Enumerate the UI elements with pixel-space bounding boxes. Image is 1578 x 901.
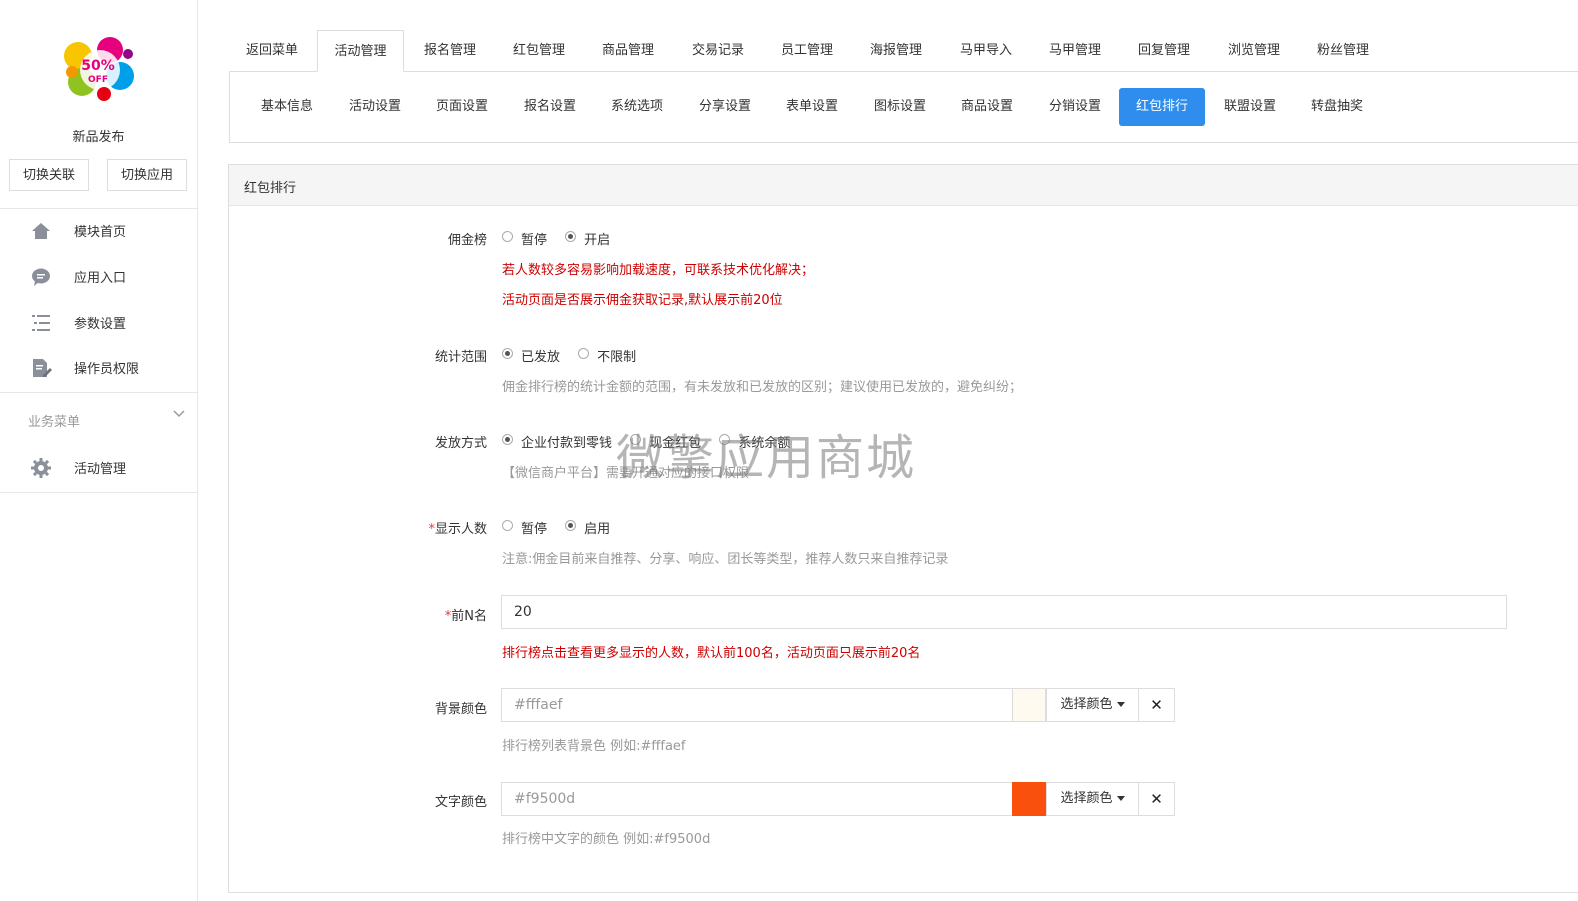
- top-tabs: 返回菜单 活动管理 报名管理 红包管理 商品管理 交易记录 员工管理 海报管理 …: [229, 30, 1578, 72]
- show-count-hint: 注意:佣金目前来自推荐、分享、响应、团长等类型，推荐人数只来自推荐记录: [502, 552, 949, 567]
- divider: [0, 392, 197, 393]
- range-label: 统计范围: [434, 350, 487, 365]
- gear-icon: [31, 458, 51, 478]
- subtab-system-options[interactable]: 系统选项: [594, 88, 680, 126]
- commission-radio-group: 暂停 开启: [502, 229, 624, 248]
- tab-reply-manage[interactable]: 回复管理: [1121, 30, 1207, 71]
- payout-radio-wallet[interactable]: 企业付款到零钱: [502, 432, 612, 451]
- nav-item-activity-manage[interactable]: 活动管理: [0, 447, 197, 487]
- home-icon: [32, 223, 50, 239]
- show-count-label-text: 显示人数: [434, 522, 487, 537]
- text-color-hint: 排行榜中文字的颜色 例如:#f9500d: [502, 832, 711, 847]
- close-icon: ✕: [1150, 790, 1163, 808]
- show-count-label: *显示人数: [347, 518, 487, 537]
- payout-label: 发放方式: [434, 436, 487, 451]
- top-n-label-text: 前N名: [451, 609, 487, 624]
- top-n-input[interactable]: 20: [501, 595, 1507, 629]
- watermark: 微擎应用商城: [616, 430, 917, 486]
- switch-app-button[interactable]: 切换应用: [107, 159, 187, 191]
- subtab-basic-info[interactable]: 基本信息: [244, 88, 330, 126]
- caret-down-icon: [1116, 702, 1125, 707]
- subtab-distribution-settings[interactable]: 分销设置: [1032, 88, 1118, 126]
- caret-down-icon: [1116, 796, 1125, 801]
- bg-color-input[interactable]: #fffaef: [501, 688, 1013, 722]
- nav-label: 操作员权限: [74, 362, 140, 377]
- commission-hint-2: 活动页面是否展示佣金获取记录,默认展示前20位: [502, 293, 783, 308]
- subtab-alliance-settings[interactable]: 联盟设置: [1207, 88, 1293, 126]
- subtab-product-settings[interactable]: 商品设置: [944, 88, 1030, 126]
- subtab-activity-settings[interactable]: 活动设置: [332, 88, 418, 126]
- subtab-share-settings[interactable]: 分享设置: [682, 88, 768, 126]
- close-icon: ✕: [1150, 696, 1163, 714]
- panel-title: 红包排行: [244, 181, 297, 196]
- tab-poster-manage[interactable]: 海报管理: [853, 30, 939, 71]
- text-color-pick-button[interactable]: 选择颜色: [1046, 782, 1139, 816]
- commission-radio-on[interactable]: 开启: [565, 229, 610, 248]
- pick-label: 选择颜色: [1060, 697, 1113, 712]
- bg-color-swatch[interactable]: [1012, 688, 1046, 722]
- subtab-form-settings[interactable]: 表单设置: [769, 88, 855, 126]
- top-n-label: *前N名: [347, 605, 487, 624]
- text-color-clear-button[interactable]: ✕: [1138, 782, 1175, 816]
- nav-label: 参数设置: [74, 317, 127, 332]
- nav-item-module-home[interactable]: 模块首页: [0, 210, 197, 250]
- bg-color-clear-button[interactable]: ✕: [1138, 688, 1175, 722]
- commission-label: 佣金榜: [447, 233, 487, 248]
- commission-hint-1: 若人数较多容易影响加载速度，可联系技术优化解决；: [502, 263, 815, 278]
- business-menu-label: 业务菜单: [28, 415, 81, 430]
- tab-browse-manage[interactable]: 浏览管理: [1211, 30, 1297, 71]
- tab-activity-manage[interactable]: 活动管理: [317, 30, 404, 72]
- chevron-down-icon[interactable]: [172, 407, 186, 421]
- subtab-wheel-lottery[interactable]: 转盘抽奖: [1294, 88, 1380, 126]
- range-radio-issued[interactable]: 已发放: [502, 346, 560, 365]
- subtab-icon-settings[interactable]: 图标设置: [857, 88, 943, 126]
- divider: [0, 492, 197, 493]
- nav-label: 应用入口: [74, 271, 127, 286]
- tab-back-menu[interactable]: 返回菜单: [229, 30, 315, 71]
- tab-vest-manage[interactable]: 马甲管理: [1032, 30, 1118, 71]
- app-logo: 50% OFF: [64, 37, 134, 101]
- sub-tabs: 基本信息 活动设置 页面设置 报名设置 系统选项 分享设置 表单设置 图标设置 …: [229, 72, 1578, 143]
- commission-radio-pause[interactable]: 暂停: [502, 229, 547, 248]
- tab-fans-manage[interactable]: 粉丝管理: [1300, 30, 1386, 71]
- panel-header: 红包排行: [229, 165, 1578, 206]
- nav-item-params[interactable]: 参数设置: [0, 302, 197, 342]
- range-radio-group: 已发放 不限制: [502, 346, 650, 365]
- text-color-input[interactable]: #f9500d: [501, 782, 1013, 816]
- tab-vest-import[interactable]: 马甲导入: [943, 30, 1029, 71]
- tab-staff-manage[interactable]: 员工管理: [764, 30, 850, 71]
- svg-text:50%: 50%: [81, 58, 115, 74]
- top-n-hint: 排行榜点击查看更多显示的人数，默认前100名，活动页面只展示前20名: [502, 646, 921, 661]
- show-count-radio-pause[interactable]: 暂停: [502, 518, 547, 537]
- switch-link-button[interactable]: 切换关联: [9, 159, 89, 191]
- range-radio-unlimited[interactable]: 不限制: [578, 346, 636, 365]
- bg-color-hint: 排行榜列表背景色 例如:#fffaef: [502, 739, 686, 754]
- nav-label: 活动管理: [74, 462, 127, 477]
- tab-product-manage[interactable]: 商品管理: [585, 30, 671, 71]
- subtab-redpacket-ranking[interactable]: 红包排行: [1119, 88, 1205, 126]
- nav-item-app-entry[interactable]: 应用入口: [0, 256, 197, 296]
- subtab-page-settings[interactable]: 页面设置: [419, 88, 505, 126]
- text-color-label: 文字颜色: [434, 795, 487, 810]
- app-name: 新品发布: [72, 130, 125, 145]
- bg-color-label: 背景颜色: [434, 702, 487, 717]
- show-count-radio-group: 暂停 启用: [502, 518, 624, 537]
- show-count-radio-enable[interactable]: 启用: [565, 518, 610, 537]
- svg-text:OFF: OFF: [88, 75, 108, 85]
- tab-transactions[interactable]: 交易记录: [675, 30, 761, 71]
- bg-color-pick-button[interactable]: 选择颜色: [1046, 688, 1139, 722]
- divider: [0, 208, 197, 209]
- tab-redpacket-manage[interactable]: 红包管理: [496, 30, 582, 71]
- nav-label: 模块首页: [74, 225, 127, 240]
- range-hint: 佣金排行榜的统计金额的范围，有未发放和已发放的区别；建议使用已发放的，避免纠纷；: [502, 380, 1023, 395]
- list-icon: [32, 315, 50, 331]
- chat-icon: [32, 268, 50, 286]
- tab-signup-manage[interactable]: 报名管理: [407, 30, 493, 71]
- nav-item-operator-permission[interactable]: 操作员权限: [0, 347, 197, 387]
- subtab-signup-settings[interactable]: 报名设置: [507, 88, 593, 126]
- pick-label: 选择颜色: [1060, 791, 1113, 806]
- text-color-swatch[interactable]: [1012, 782, 1046, 816]
- edit-doc-icon: [33, 359, 52, 377]
- sidebar: 50% OFF 新品发布 切换关联 切换应用 模块首页 应用入口 参数设置 操作…: [0, 0, 198, 901]
